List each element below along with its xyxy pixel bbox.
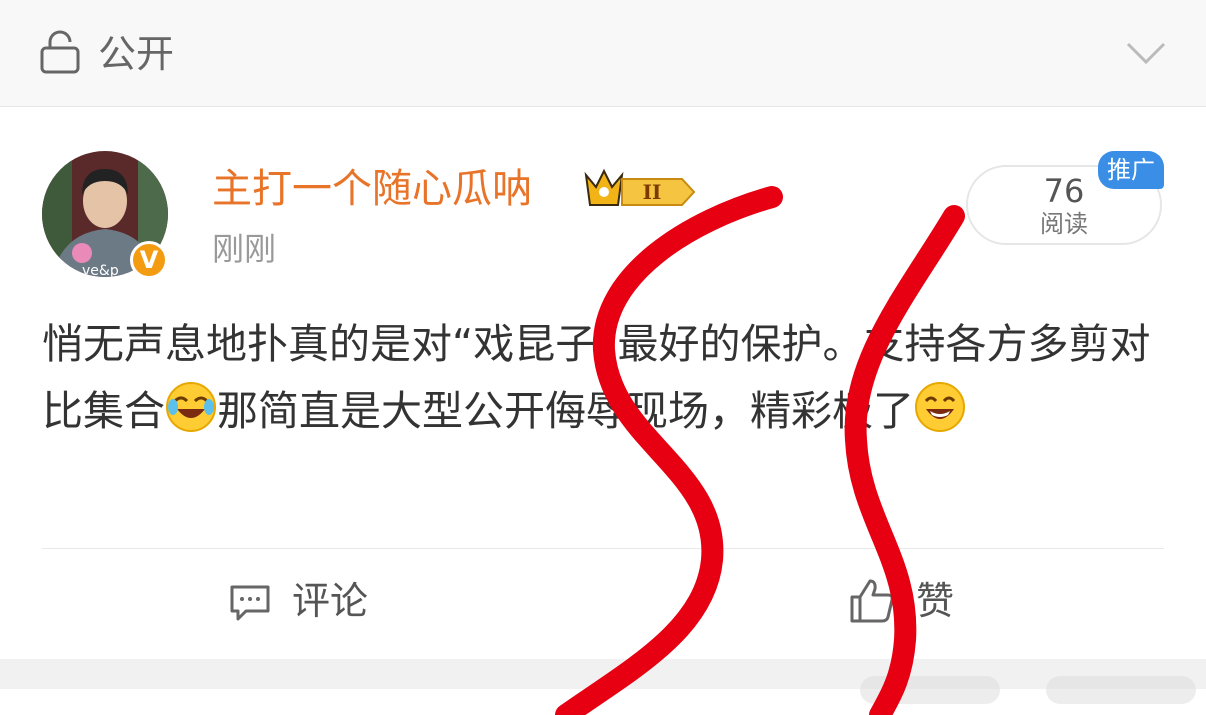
comment-icon — [230, 585, 270, 621]
read-label: 阅读 — [1040, 210, 1088, 238]
laughing-tears-emoji-icon — [166, 382, 216, 432]
thumbs-up-icon — [850, 579, 894, 623]
post-card: ve&p V 主打一个随心瓜呐 II 刚刚 76 阅读 推广 悄无声息地扑真的是… — [0, 107, 1206, 659]
watermark-icon — [860, 676, 1196, 704]
author-name[interactable]: 主打一个随心瓜呐 — [212, 163, 532, 215]
lock-icon — [40, 30, 80, 74]
comment-label: 评论 — [292, 579, 369, 623]
privacy-label: 公开 — [98, 32, 175, 76]
post-text-part2: 那简直是大型公开侮辱现场，精彩极了 — [217, 387, 914, 435]
post-time: 刚刚 — [212, 230, 277, 268]
action-divider — [42, 548, 1164, 549]
verified-badge: V — [130, 241, 168, 279]
promote-badge[interactable]: 推广 — [1098, 151, 1164, 189]
privacy-selector[interactable]: 公开 — [0, 0, 1206, 107]
svg-text:ve&p: ve&p — [82, 263, 119, 277]
avatar[interactable]: ve&p V — [42, 151, 168, 279]
like-label: 赞 — [916, 579, 955, 623]
svg-text:II: II — [643, 180, 662, 204]
post-text[interactable]: 悄无声息地扑真的是对“戏昆子”最好的保护。支持各方多剪对比集合 那简直是大型公开… — [42, 311, 1162, 445]
vip-crown-icon[interactable]: II — [582, 165, 698, 215]
chevron-down-icon[interactable] — [1124, 36, 1168, 68]
grinning-emoji-icon — [915, 382, 965, 432]
